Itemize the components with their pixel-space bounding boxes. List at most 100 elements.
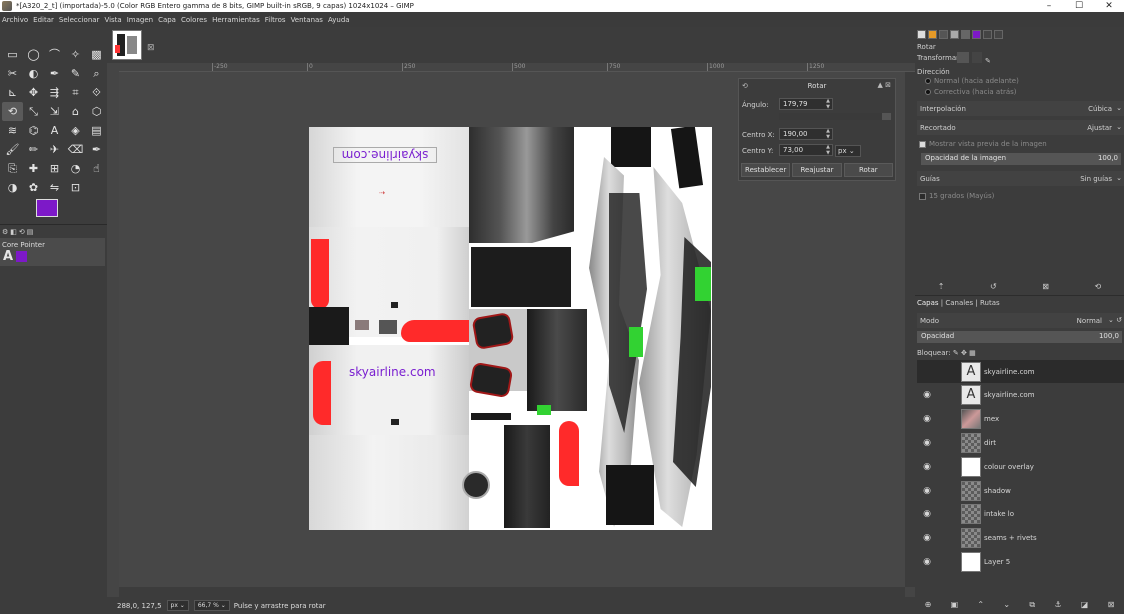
layer-row[interactable]: ◉ colour overlay: [917, 455, 1124, 478]
menu-editar[interactable]: Editar: [33, 16, 54, 24]
menu-ayuda[interactable]: Ayuda: [328, 16, 350, 24]
lock-alpha-icon[interactable]: ▦: [969, 349, 976, 357]
layer-row[interactable]: ◉ Layer 5: [917, 550, 1124, 573]
handle-transform-tool-icon[interactable]: ⊡: [65, 178, 86, 197]
warp-tool-icon[interactable]: ≋: [2, 121, 23, 140]
delete-layer-icon[interactable]: ⊠: [1108, 600, 1115, 610]
align-tool-icon[interactable]: ⇶: [44, 83, 65, 102]
color-picker-tool-icon[interactable]: ✎: [65, 64, 86, 83]
close-button[interactable]: ✕: [1094, 0, 1124, 12]
layer-opacity-slider[interactable]: Opacidad 100,0: [917, 331, 1122, 343]
menu-capa[interactable]: Capa: [158, 16, 176, 24]
patterns-tab-icon[interactable]: [939, 30, 948, 39]
zoom-tool-icon[interactable]: ⌕: [86, 64, 107, 83]
delete-preset-icon[interactable]: ⊠: [1042, 282, 1049, 291]
dodge-tool-icon[interactable]: ◑: [2, 178, 23, 197]
move-tool-icon[interactable]: ✥: [23, 83, 44, 102]
clone-tool-icon[interactable]: ⎘: [2, 159, 23, 178]
menu-herramientas[interactable]: Herramientas: [212, 16, 260, 24]
transform-mode-icons[interactable]: ✎: [957, 52, 991, 65]
by-color-select-tool-icon[interactable]: ▩: [86, 45, 107, 64]
cage-tool-icon[interactable]: ⌬: [23, 121, 44, 140]
ink-tool-icon[interactable]: ✒: [86, 140, 107, 159]
visibility-eye-icon[interactable]: ◉: [919, 486, 935, 496]
mask-icon[interactable]: ◪: [1081, 600, 1089, 610]
documents-tab-icon[interactable]: [994, 30, 1003, 39]
visibility-eye-icon[interactable]: ◉: [919, 438, 935, 448]
unit-select[interactable]: px ⌄: [835, 145, 861, 157]
gradient-tool-icon[interactable]: ▤: [86, 121, 107, 140]
vertical-scrollbar[interactable]: [905, 72, 915, 587]
flip-tool-icon[interactable]: ⇋: [44, 178, 65, 197]
angle-input[interactable]: 179,79 ▲ ▼: [779, 98, 833, 110]
snap-degrees-checkbox[interactable]: 15 grados (Mayús): [919, 192, 994, 200]
airbrush-tool-icon[interactable]: ✈: [44, 140, 65, 159]
readjust-button[interactable]: Reajustar: [792, 163, 842, 177]
interpolation-row[interactable]: Interpolación Cúbica ⌄: [917, 101, 1124, 116]
menu-vista[interactable]: Vista: [104, 16, 121, 24]
guides-row[interactable]: Guías Sin guías ⌄: [917, 171, 1124, 186]
horizontal-scrollbar[interactable]: [119, 587, 905, 597]
image-tab-thumbnail[interactable]: ⊠: [112, 30, 155, 60]
unit-selector[interactable]: px ⌄: [166, 600, 189, 611]
visibility-eye-icon[interactable]: ◉: [919, 462, 935, 472]
raise-layer-icon[interactable]: ⌃: [977, 600, 984, 610]
restore-preset-icon[interactable]: ↺: [990, 282, 997, 291]
unified-transform-tool-icon[interactable]: ⟐: [86, 83, 107, 102]
clipping-row[interactable]: Recortado Ajustar ⌄: [917, 120, 1124, 135]
eraser-tool-icon[interactable]: ⌫: [65, 140, 86, 159]
layer-row[interactable]: ◉ mex: [917, 408, 1124, 431]
visibility-eye-icon[interactable]: ◉: [919, 533, 935, 543]
lower-layer-icon[interactable]: ⌄: [1003, 600, 1010, 610]
crop-tool-icon[interactable]: ⌗: [65, 83, 86, 102]
layer-row[interactable]: ◉ seams + rivets: [917, 527, 1124, 550]
minimize-button[interactable]: –: [1034, 0, 1064, 12]
zoom-selector[interactable]: 66,7 % ⌄: [193, 600, 230, 611]
close-image-tab-icon[interactable]: ⊠: [147, 43, 155, 53]
tab-paths[interactable]: Rutas: [980, 299, 1000, 307]
menu-colores[interactable]: Colores: [181, 16, 207, 24]
paths-tool-icon[interactable]: ✒: [44, 64, 65, 83]
menu-ventanas[interactable]: Ventanas: [291, 16, 323, 24]
foreground-color[interactable]: [36, 199, 58, 217]
3d-transform-tool-icon[interactable]: ⬡: [86, 102, 107, 121]
texture-image[interactable]: skyairline.com ⇢ skyairline.com: [309, 127, 712, 530]
fonts-tab-icon[interactable]: [950, 30, 959, 39]
stepper-arrows-icon[interactable]: ▲ ▼: [826, 98, 830, 110]
rotate-button[interactable]: Rotar: [843, 163, 893, 177]
tab-channels[interactable]: Canales: [945, 299, 973, 307]
menu-seleccionar[interactable]: Seleccionar: [59, 16, 100, 24]
blur-tool-icon[interactable]: ◔: [65, 159, 86, 178]
ellipse-select-tool-icon[interactable]: ◯: [23, 45, 44, 64]
anchor-layer-icon[interactable]: ⚓: [1054, 600, 1061, 610]
stepper-arrows-icon[interactable]: ▲ ▼: [826, 144, 830, 156]
visibility-eye-icon[interactable]: ◉: [919, 557, 935, 567]
brushes-tab-icon[interactable]: [928, 30, 937, 39]
center-y-input[interactable]: 73,00 ▲ ▼: [779, 144, 833, 156]
paintbrush-tool-icon[interactable]: 🖌: [2, 140, 23, 159]
preview-checkbox[interactable]: Mostrar vista previa de la imagen: [919, 140, 1047, 148]
direction-normal-radio[interactable]: Normal (hacia adelante): [925, 77, 1019, 85]
visibility-eye-icon[interactable]: ◉: [919, 390, 935, 400]
gradients-tab-icon[interactable]: [983, 30, 992, 39]
fuzzy-select-tool-icon[interactable]: ✧: [65, 45, 86, 64]
colors-tab-icon[interactable]: [972, 30, 981, 39]
maximize-button[interactable]: ☐: [1064, 0, 1094, 12]
visibility-eye-icon[interactable]: ◉: [919, 509, 935, 519]
perspective-tool-icon[interactable]: ⌂: [65, 102, 86, 121]
device-status-tab-icon[interactable]: ◧: [10, 228, 17, 236]
image-opacity-slider[interactable]: Opacidad de la imagen 100,0: [921, 153, 1121, 165]
shear-tool-icon[interactable]: ⇲: [44, 102, 65, 121]
dialog-controls[interactable]: ▲ ⊠: [878, 81, 891, 89]
new-layer-icon[interactable]: ⊕: [925, 600, 932, 610]
angle-slider[interactable]: [779, 113, 891, 120]
direction-corrective-radio[interactable]: Correctiva (hacia atrás): [925, 88, 1017, 96]
reset-options-icon[interactable]: ⟲: [1095, 282, 1102, 291]
duplicate-layer-icon[interactable]: ⧉: [1029, 600, 1035, 610]
reset-button[interactable]: Restablecer: [741, 163, 791, 177]
menu-imagen[interactable]: Imagen: [127, 16, 153, 24]
measure-tool-icon[interactable]: ⊾: [2, 83, 23, 102]
foreground-select-tool-icon[interactable]: ◐: [23, 64, 44, 83]
layer-row[interactable]: Askyairline.com: [917, 360, 1124, 383]
text-tool-icon[interactable]: A: [44, 121, 65, 140]
